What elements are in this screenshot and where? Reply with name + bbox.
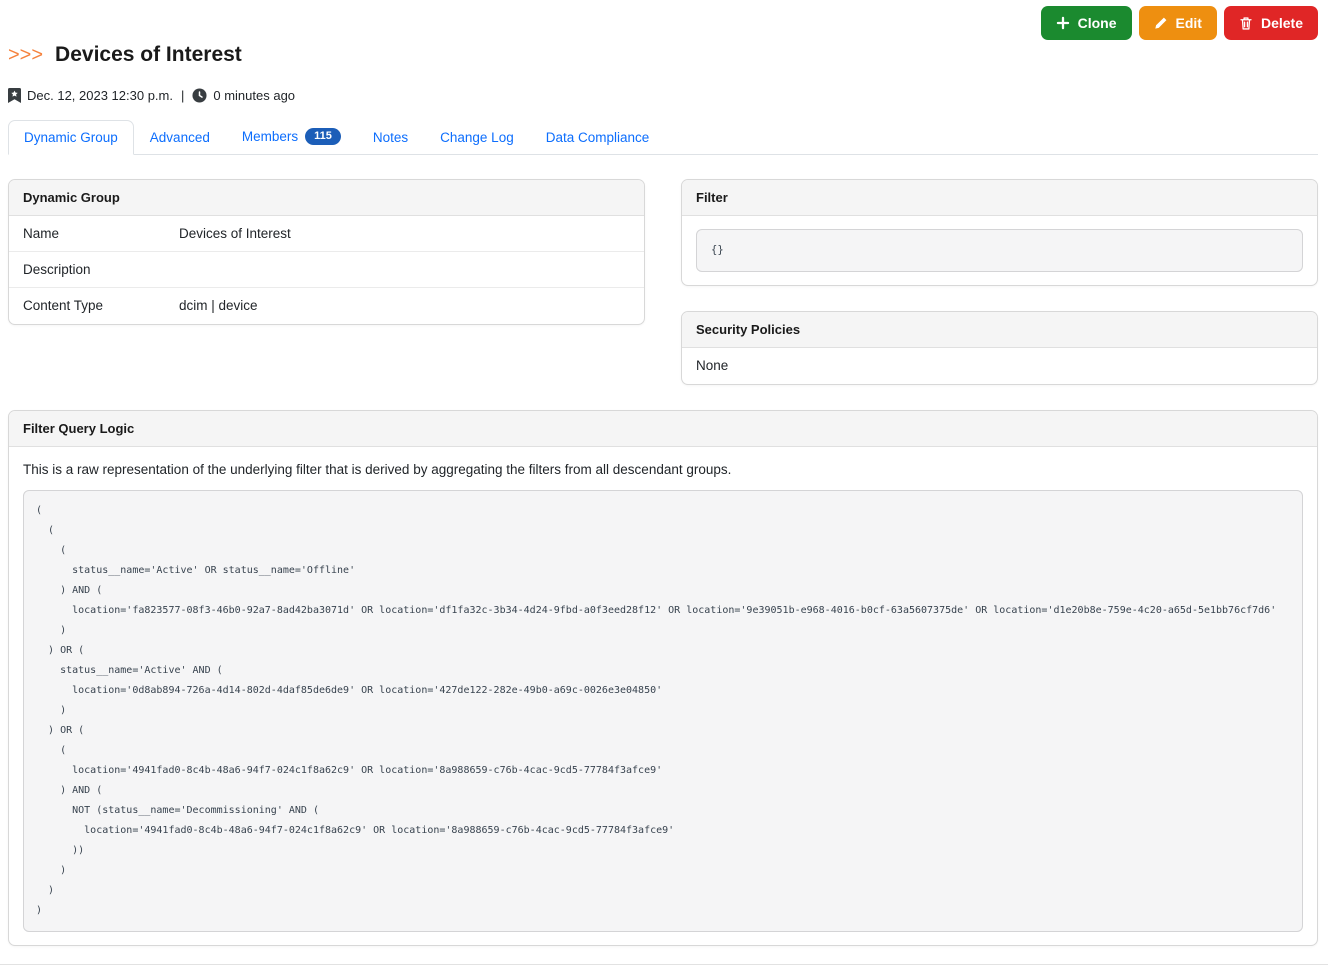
meta-separator: |	[181, 88, 184, 103]
tab-change-log-label: Change Log	[440, 130, 514, 145]
row-value	[179, 262, 630, 277]
edit-button-label: Edit	[1176, 15, 1202, 31]
tab-data-compliance[interactable]: Data Compliance	[530, 120, 666, 155]
last-updated: 0 minutes ago	[213, 88, 295, 103]
dynamic-group-panel: Dynamic Group Name Devices of Interest D…	[8, 179, 645, 325]
row-label: Description	[23, 262, 179, 277]
clone-button[interactable]: Clone	[1041, 6, 1132, 40]
tab-members-label: Members	[242, 129, 298, 144]
tab-data-compliance-label: Data Compliance	[546, 130, 650, 145]
members-count-badge: 115	[305, 128, 341, 145]
tab-change-log[interactable]: Change Log	[424, 120, 530, 155]
security-policies-panel: Security Policies None	[681, 311, 1318, 385]
breadcrumb-chevrons: >>>	[8, 44, 43, 67]
tab-members[interactable]: Members 115	[226, 118, 357, 155]
tab-notes[interactable]: Notes	[357, 120, 424, 155]
row-value: Devices of Interest	[179, 226, 630, 241]
saved-date: Dec. 12, 2023 12:30 p.m.	[27, 88, 173, 103]
tab-notes-label: Notes	[373, 130, 408, 145]
tab-advanced[interactable]: Advanced	[134, 120, 226, 155]
filter-query-logic-description: This is a raw representation of the unde…	[23, 462, 1303, 477]
meta-row: Dec. 12, 2023 12:30 p.m. | 0 minutes ago	[8, 88, 1318, 103]
tab-advanced-label: Advanced	[150, 130, 210, 145]
title-row: >>> Devices of Interest	[8, 43, 1318, 67]
delete-button-label: Delete	[1261, 15, 1303, 31]
page-title: Devices of Interest	[55, 43, 242, 67]
bookmark-icon	[8, 88, 21, 103]
action-button-bar: Clone Edit Delete	[8, 0, 1318, 40]
table-row-content-type: Content Type dcim | device	[9, 288, 644, 324]
clone-button-label: Clone	[1078, 15, 1117, 31]
filter-panel: Filter {}	[681, 179, 1318, 286]
filter-query-logic-panel-title: Filter Query Logic	[9, 411, 1317, 447]
table-row-name: Name Devices of Interest	[9, 216, 644, 252]
table-row-description: Description	[9, 252, 644, 288]
row-value: dcim | device	[179, 298, 630, 314]
row-label: Name	[23, 226, 179, 241]
tab-dynamic-group-label: Dynamic Group	[24, 130, 118, 145]
filter-panel-title: Filter	[682, 180, 1317, 216]
plus-icon	[1056, 16, 1070, 30]
filter-query-logic-code: ( ( ( status__name='Active' OR status__n…	[23, 490, 1303, 932]
filter-panel-body: {}	[682, 216, 1317, 285]
security-policies-value: None	[696, 358, 728, 374]
tab-bar: Dynamic Group Advanced Members 115 Notes…	[8, 118, 1318, 155]
filter-code: {}	[696, 229, 1303, 272]
panels-row: Dynamic Group Name Devices of Interest D…	[8, 179, 1318, 385]
delete-button[interactable]: Delete	[1224, 6, 1318, 40]
clock-icon	[192, 88, 207, 103]
pencil-icon	[1154, 16, 1168, 30]
tab-dynamic-group[interactable]: Dynamic Group	[8, 120, 134, 155]
filter-query-logic-body: This is a raw representation of the unde…	[9, 447, 1317, 945]
security-policies-panel-title: Security Policies	[682, 312, 1317, 348]
security-policies-value-row: None	[682, 348, 1317, 384]
footer-divider	[0, 964, 1328, 965]
left-column: Dynamic Group Name Devices of Interest D…	[8, 179, 645, 385]
right-column: Filter {} Security Policies None	[681, 179, 1318, 385]
dynamic-group-detail-page: Clone Edit Delete >>> Devices of Interes…	[0, 0, 1328, 967]
edit-button[interactable]: Edit	[1139, 6, 1217, 40]
row-label: Content Type	[23, 298, 179, 314]
dynamic-group-panel-title: Dynamic Group	[9, 180, 644, 216]
filter-query-logic-panel: Filter Query Logic This is a raw represe…	[8, 410, 1318, 946]
trash-icon	[1239, 16, 1253, 31]
